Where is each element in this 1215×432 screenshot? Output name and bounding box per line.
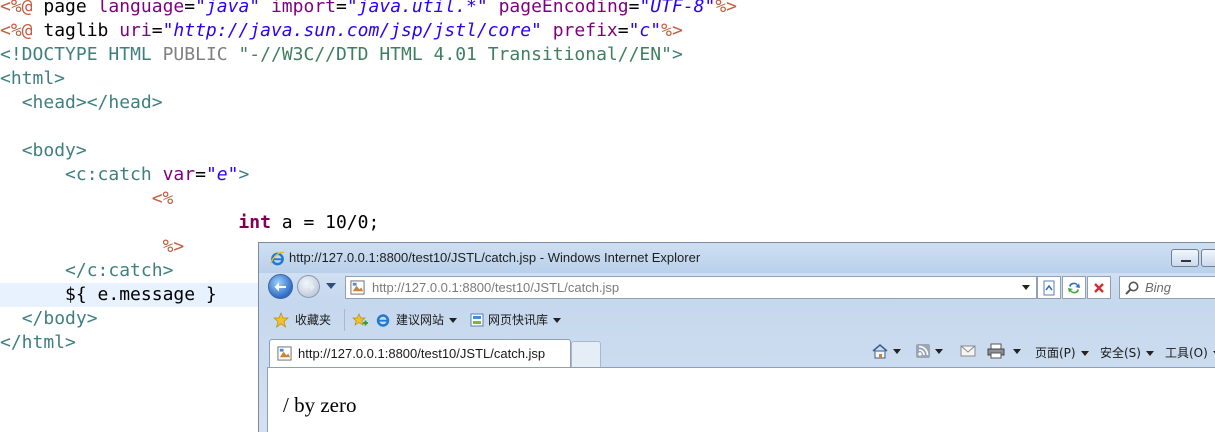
refresh-icon bbox=[1068, 282, 1080, 294]
favorites-separator bbox=[344, 309, 345, 331]
code-line-2: <%@ taglib uri="http://java.sun.com/jsp/… bbox=[0, 20, 683, 41]
tab-catch-jsp[interactable]: http://127.0.0.1:8800/test10/JSTL/catch.… bbox=[269, 339, 571, 367]
forward-arrow-icon bbox=[304, 283, 315, 291]
window-title: http://127.0.0.1:8800/test10/JSTL/catch.… bbox=[289, 250, 701, 265]
code-line-9: <% bbox=[151, 188, 174, 209]
maximize-button[interactable] bbox=[1201, 249, 1215, 267]
chevron-down-icon bbox=[553, 318, 562, 323]
recent-pages-dropdown[interactable] bbox=[326, 283, 336, 289]
suggested-sites-button[interactable]: 建议网站 bbox=[396, 311, 458, 328]
code-line-1: <%@ page language="java" import="java.ut… bbox=[0, 0, 738, 17]
search-box[interactable]: Bing bbox=[1119, 276, 1215, 299]
ie-logo-icon bbox=[270, 251, 285, 266]
web-slice-gallery-label: 网页快讯库 bbox=[488, 313, 549, 327]
search-icon bbox=[1125, 281, 1139, 295]
ie-feed-icon bbox=[376, 314, 390, 327]
home-dropdown-icon[interactable] bbox=[893, 349, 901, 354]
code-line-8: <c:catch var="e"> bbox=[65, 164, 250, 185]
rss-icon[interactable] bbox=[915, 343, 931, 359]
tools-menu-label: 工具(O) bbox=[1165, 346, 1208, 360]
favorites-bar: 收藏夹 建议网站 网页快讯库 bbox=[259, 306, 1215, 334]
chevron-down-icon bbox=[1080, 351, 1089, 356]
add-favorites-icon[interactable] bbox=[352, 312, 368, 328]
safety-menu-label: 安全(S) bbox=[1100, 346, 1141, 360]
address-bar[interactable]: http://127.0.0.1:8800/test10/JSTL/catch.… bbox=[345, 276, 1037, 299]
browser-window[interactable]: http://127.0.0.1:8800/test10/JSTL/catch.… bbox=[258, 242, 1215, 432]
search-placeholder: Bing bbox=[1145, 280, 1172, 295]
back-button[interactable] bbox=[268, 274, 293, 299]
favorites-button[interactable]: 收藏夹 bbox=[295, 311, 331, 328]
favorites-star-icon bbox=[273, 312, 289, 328]
safety-menu[interactable]: 安全(S) bbox=[1100, 344, 1154, 361]
forward-button[interactable] bbox=[297, 275, 320, 298]
tab-bar: http://127.0.0.1:8800/test10/JSTL/catch.… bbox=[259, 337, 1215, 367]
print-icon[interactable] bbox=[987, 343, 1005, 359]
web-slice-icon bbox=[470, 313, 484, 327]
title-bar[interactable]: http://127.0.0.1:8800/test10/JSTL/catch.… bbox=[259, 243, 1215, 273]
code-line-4: <html> bbox=[0, 68, 66, 89]
page-menu-label: 页面(P) bbox=[1035, 346, 1076, 360]
chevron-down-icon bbox=[1145, 351, 1154, 356]
rss-dropdown-icon[interactable] bbox=[935, 349, 943, 354]
page-icon bbox=[350, 280, 365, 295]
minimize-icon bbox=[1181, 260, 1191, 262]
compat-view-button[interactable] bbox=[1037, 276, 1061, 299]
code-line-10: int a = 10/0; bbox=[238, 212, 380, 233]
page-icon bbox=[277, 346, 292, 361]
code-line-7: <body> bbox=[21, 140, 87, 161]
navigation-bar: http://127.0.0.1:8800/test10/JSTL/catch.… bbox=[259, 272, 1215, 302]
new-tab-button[interactable] bbox=[571, 341, 601, 367]
minimize-button[interactable] bbox=[1171, 249, 1199, 267]
address-url[interactable]: http://127.0.0.1:8800/test10/JSTL/catch.… bbox=[372, 280, 619, 295]
home-icon[interactable] bbox=[871, 343, 889, 359]
compat-view-icon bbox=[1043, 280, 1055, 296]
stop-icon bbox=[1094, 283, 1104, 293]
stop-button[interactable] bbox=[1087, 276, 1111, 299]
back-arrow-icon bbox=[274, 282, 286, 292]
web-slice-gallery-button[interactable]: 网页快讯库 bbox=[488, 311, 562, 328]
page-menu[interactable]: 页面(P) bbox=[1035, 344, 1089, 361]
tab-title: http://127.0.0.1:8800/test10/JSTL/catch.… bbox=[298, 346, 546, 361]
address-dropdown-icon[interactable] bbox=[1022, 285, 1030, 290]
refresh-button[interactable] bbox=[1062, 276, 1086, 299]
error-message: / by zero bbox=[283, 393, 357, 417]
code-line-5: <head></head> bbox=[21, 92, 163, 113]
chevron-down-icon bbox=[449, 318, 458, 323]
tools-menu[interactable]: 工具(O) bbox=[1165, 344, 1215, 361]
suggested-sites-label: 建议网站 bbox=[396, 313, 445, 327]
code-line-3: <!DOCTYPE HTML PUBLIC "-//W3C//DTD HTML … bbox=[0, 44, 683, 65]
page-content[interactable]: / by zero bbox=[267, 367, 1215, 432]
print-dropdown-icon[interactable] bbox=[1013, 349, 1021, 354]
mail-icon[interactable] bbox=[960, 344, 976, 358]
